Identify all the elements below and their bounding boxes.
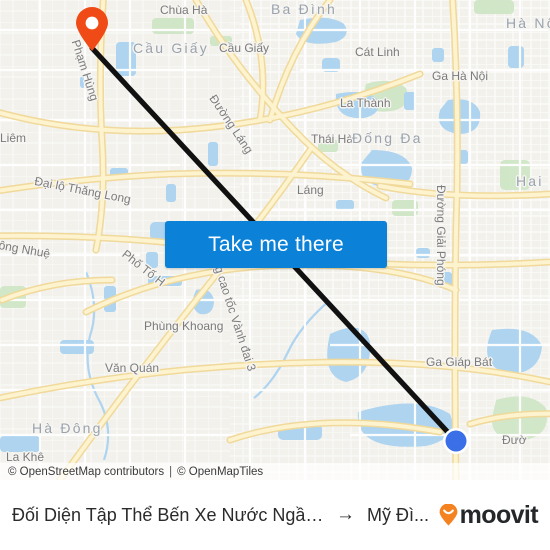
attribution-separator: | [169, 465, 173, 478]
route-origin-label[interactable]: Đối Diện Tập Thể Bến Xe Nước Ngầm Hà ... [12, 505, 324, 526]
map-attribution: © OpenStreetMap contributors | © OpenMap… [0, 463, 550, 480]
attribution-tiles[interactable]: © OpenMapTiles [177, 466, 263, 478]
attribution-osm[interactable]: © OpenStreetMap contributors [0, 466, 164, 478]
origin-marker-icon[interactable] [74, 6, 110, 52]
map-canvas[interactable]: Chùa HàBa ĐìnhHà NộCầu GiấyCầu GiấyCát L… [0, 0, 550, 480]
route-arrow-icon: → [336, 504, 355, 525]
route-summary-bar: Đối Diện Tập Thể Bến Xe Nước Ngầm Hà ...… [0, 480, 550, 550]
moovit-wordmark: moovit [459, 500, 539, 529]
take-me-there-label: Take me there [208, 232, 344, 256]
take-me-there-button[interactable]: Take me there [165, 221, 387, 268]
moovit-logo[interactable]: moovit [439, 500, 539, 530]
moovit-pin-icon [439, 503, 458, 526]
moovit-route-preview: Chùa HàBa ĐìnhHà NộCầu GiấyCầu GiấyCát L… [0, 0, 550, 550]
route-destination-label[interactable]: Mỹ Đì... [367, 505, 429, 526]
destination-marker-icon[interactable] [442, 427, 470, 455]
